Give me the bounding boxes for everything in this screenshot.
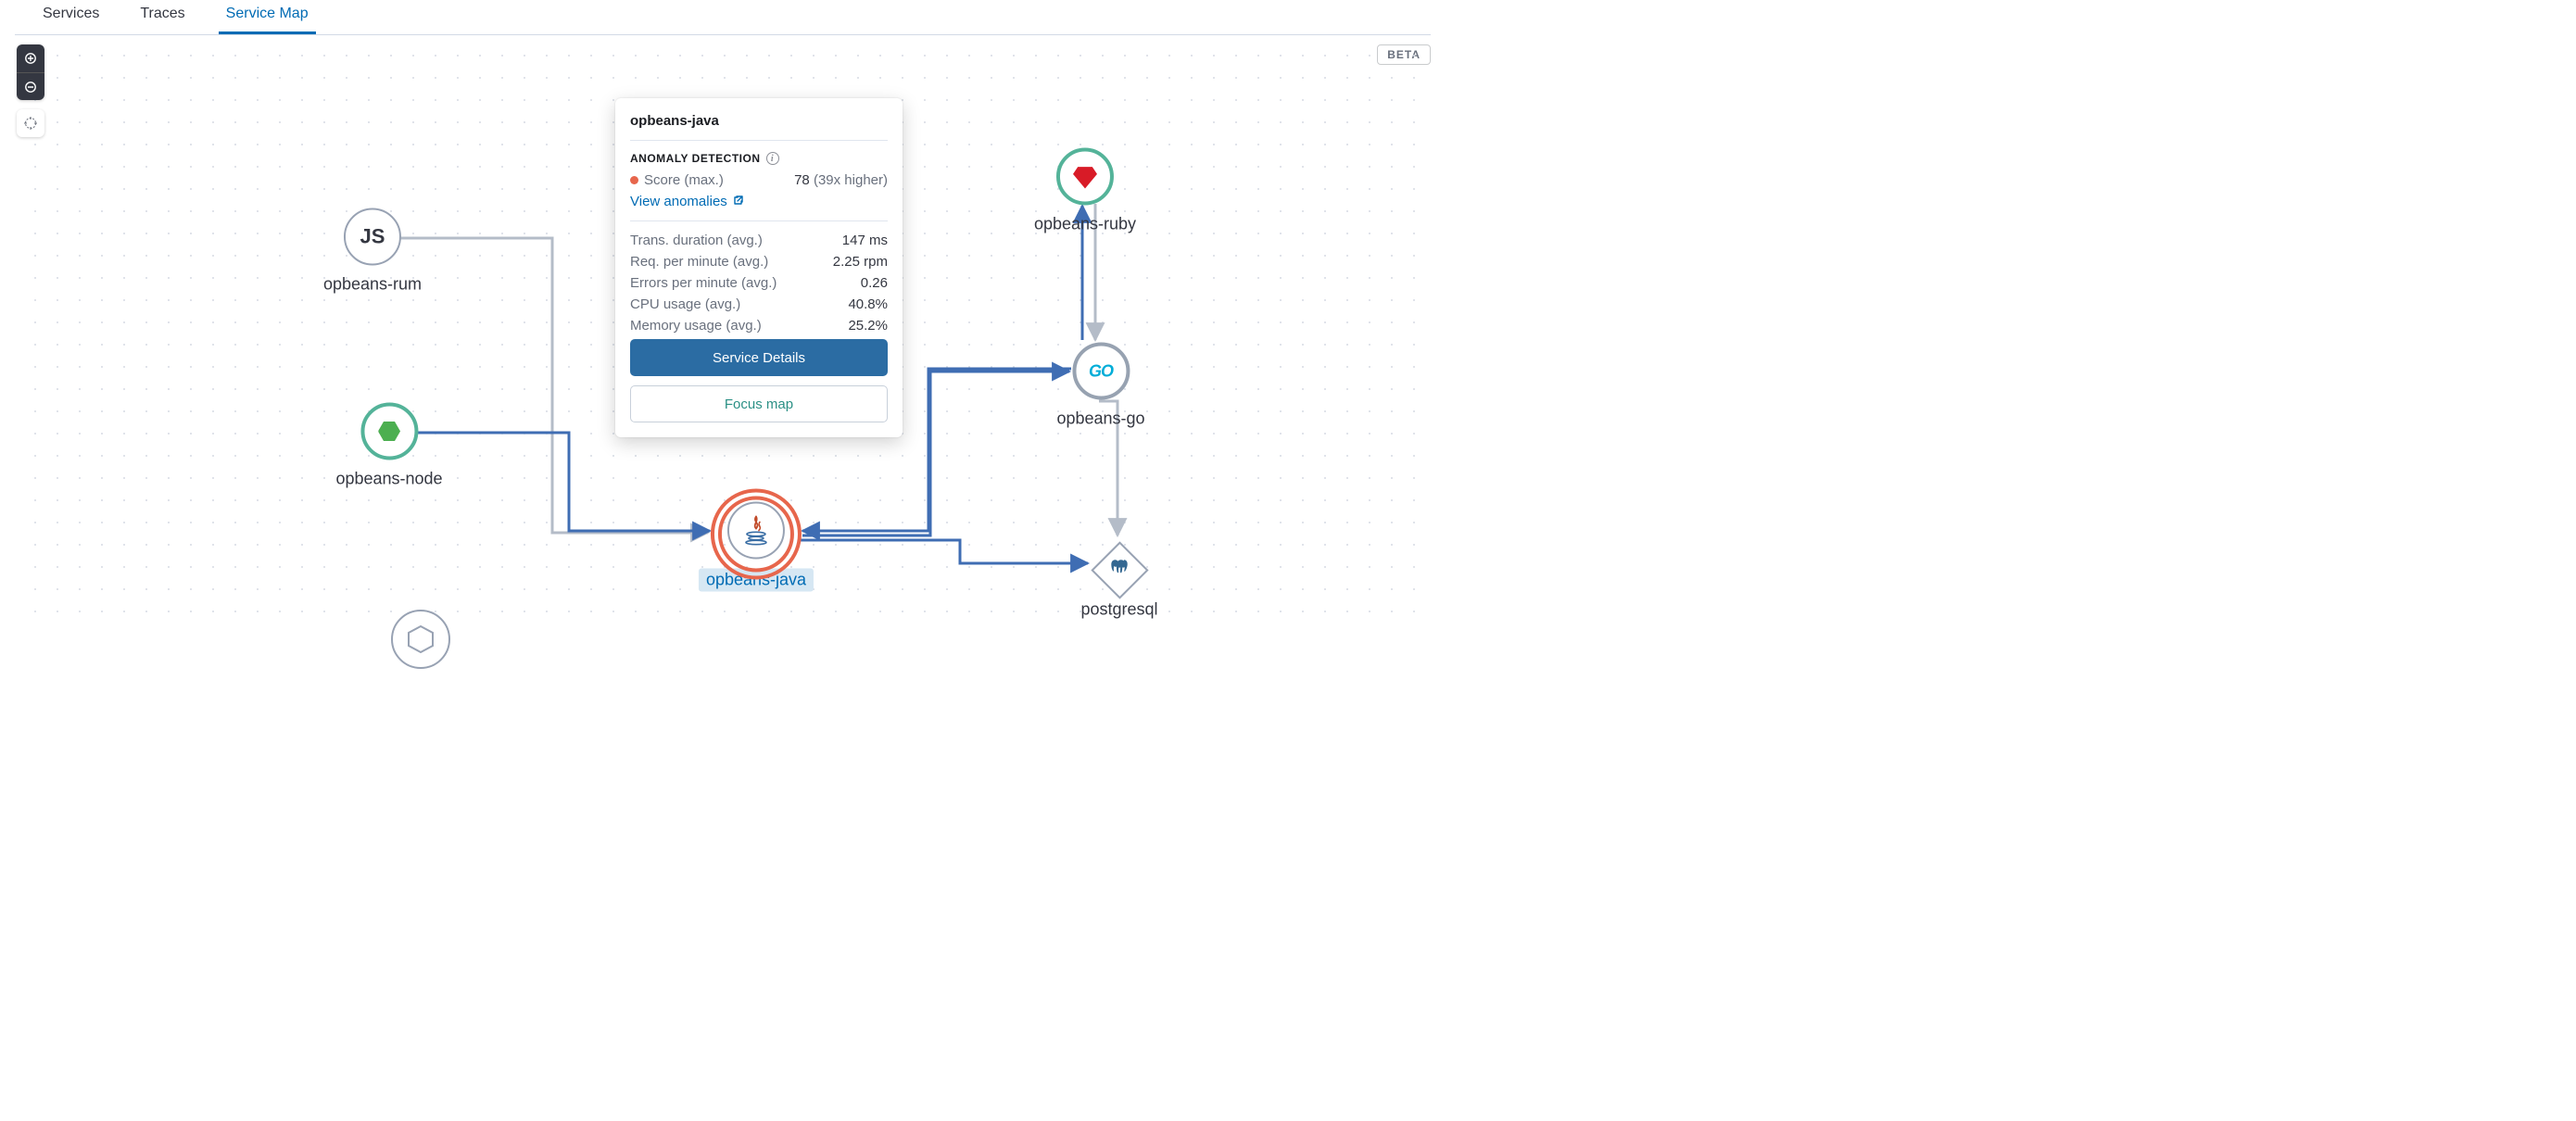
node-opbeans-ruby[interactable]: opbeans-ruby — [1034, 148, 1136, 234]
zoom-in-button[interactable] — [17, 44, 44, 72]
hexagon-icon — [391, 610, 450, 669]
go-icon: GO — [1072, 343, 1130, 400]
tab-traces[interactable]: Traces — [133, 0, 192, 31]
tab-services[interactable]: Services — [35, 0, 107, 31]
view-anomalies-link[interactable]: View anomalies — [630, 194, 888, 209]
service-popover: opbeans-java ANOMALY DETECTION i Score (… — [615, 98, 903, 437]
node-opbeans-rum[interactable]: JS opbeans-rum — [323, 208, 422, 295]
anomaly-score-row: Score (max.) 78 (39x higher) — [630, 172, 888, 188]
node-label: postgresql — [1080, 600, 1157, 620]
popover-title: opbeans-java — [630, 113, 888, 129]
java-icon — [727, 502, 785, 560]
metric-row: Memory usage (avg.)25.2% — [630, 318, 888, 334]
metric-row: Trans. duration (avg.)147 ms — [630, 233, 888, 248]
ruby-icon — [1056, 148, 1114, 206]
focus-map-button[interactable]: Focus map — [630, 385, 888, 422]
tab-service-map[interactable]: Service Map — [219, 0, 316, 34]
node-opbeans-java[interactable]: opbeans-java — [699, 502, 814, 592]
info-icon[interactable]: i — [766, 152, 779, 165]
anomaly-section-header: ANOMALY DETECTION i — [630, 152, 888, 165]
node-postgresql[interactable]: postgresql — [1080, 541, 1157, 620]
node-opbeans-node[interactable]: opbeans-node — [335, 403, 442, 489]
node-label: opbeans-node — [335, 470, 442, 489]
nodejs-icon — [360, 403, 418, 460]
service-details-button[interactable]: Service Details — [630, 339, 888, 376]
recenter-button[interactable] — [17, 109, 44, 137]
severity-dot-icon — [630, 176, 638, 184]
js-icon: JS — [344, 208, 401, 266]
zoom-out-button[interactable] — [17, 72, 44, 100]
zoom-controls — [17, 44, 44, 100]
metric-row: Req. per minute (avg.)2.25 rpm — [630, 254, 888, 270]
node-label: opbeans-rum — [323, 275, 422, 295]
metric-row: Errors per minute (avg.)0.26 — [630, 275, 888, 291]
node-partial[interactable] — [391, 610, 450, 669]
node-label: opbeans-ruby — [1034, 215, 1136, 234]
service-map-canvas[interactable]: JS opbeans-rum opbeans-node opbeans-java… — [15, 35, 1431, 632]
metric-row: CPU usage (avg.)40.8% — [630, 296, 888, 312]
tabs-bar: Services Traces Service Map — [15, 0, 1431, 35]
node-label: opbeans-go — [1056, 409, 1144, 429]
external-link-icon — [733, 195, 744, 208]
database-icon — [1091, 541, 1148, 598]
node-opbeans-go[interactable]: GO opbeans-go — [1056, 343, 1144, 429]
